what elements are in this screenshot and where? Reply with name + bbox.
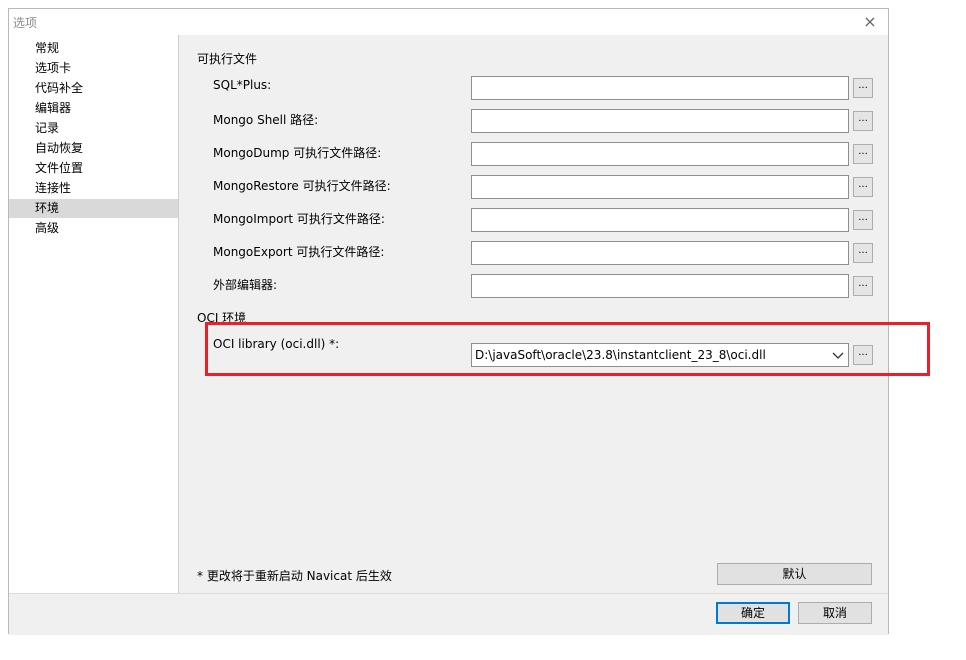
restart-note: * 更改将于重新启动 Navicat 后生效 <box>197 569 392 583</box>
sqlplus-path-input[interactable] <box>471 76 849 100</box>
mongo-shell-browse-button[interactable]: ... <box>853 111 873 131</box>
mongo-shell-label: Mongo Shell 路径: <box>213 113 319 127</box>
mongorestore-browse-button[interactable]: ... <box>853 177 873 197</box>
external-editor-path-input[interactable] <box>471 274 849 298</box>
mongo-shell-path-input[interactable] <box>471 109 849 133</box>
mongorestore-label: MongoRestore 可执行文件路径: <box>213 179 391 193</box>
mongorestore-path-input[interactable] <box>471 175 849 199</box>
environment-panel: 可执行文件 SQL*Plus: ... Mongo Shell 路径: ... … <box>179 35 888 593</box>
sidebar-item-code-completion[interactable]: 代码补全 <box>9 79 178 98</box>
mongoexport-label: MongoExport 可执行文件路径: <box>213 245 385 259</box>
sidebar-item-tabs[interactable]: 选项卡 <box>9 59 178 78</box>
options-sidebar: 常规 选项卡 代码补全 编辑器 记录 自动恢复 文件位置 连接性 环境 高级 <box>9 35 179 593</box>
external-editor-label: 外部编辑器: <box>213 278 278 292</box>
mongoimport-label: MongoImport 可执行文件路径: <box>213 212 385 226</box>
sidebar-item-general[interactable]: 常规 <box>9 39 178 58</box>
default-button[interactable]: 默认 <box>717 563 872 585</box>
sidebar-item-environment[interactable]: 环境 <box>9 199 178 218</box>
mongoimport-browse-button[interactable]: ... <box>853 210 873 230</box>
mongoexport-path-input[interactable] <box>471 241 849 265</box>
sidebar-item-auto-recovery[interactable]: 自动恢复 <box>9 139 178 158</box>
sidebar-item-connectivity[interactable]: 连接性 <box>9 179 178 198</box>
ok-button[interactable]: 确定 <box>716 602 790 624</box>
sidebar-item-advanced[interactable]: 高级 <box>9 219 178 238</box>
mongodump-path-input[interactable] <box>471 142 849 166</box>
mongodump-browse-button[interactable]: ... <box>853 144 873 164</box>
annotation-highlight-box <box>205 322 930 376</box>
mongodump-label: MongoDump 可执行文件路径: <box>213 146 382 160</box>
mongoexport-browse-button[interactable]: ... <box>853 243 873 263</box>
sqlplus-label: SQL*Plus: <box>213 78 272 92</box>
sidebar-item-records[interactable]: 记录 <box>9 119 178 138</box>
sidebar-item-file-location[interactable]: 文件位置 <box>9 159 178 178</box>
options-dialog: 选项 × 常规 选项卡 代码补全 编辑器 记录 自动恢复 文件位置 连接性 环境… <box>8 8 889 635</box>
mongoimport-path-input[interactable] <box>471 208 849 232</box>
close-icon[interactable]: × <box>860 12 880 32</box>
sidebar-item-editor[interactable]: 编辑器 <box>9 99 178 118</box>
window-title: 选项 <box>13 16 38 30</box>
cancel-button[interactable]: 取消 <box>798 602 872 624</box>
dialog-footer: 确定 取消 <box>9 593 888 635</box>
executables-section-title: 可执行文件 <box>197 52 258 66</box>
title-bar: 选项 × <box>9 9 888 35</box>
sqlplus-browse-button[interactable]: ... <box>853 78 873 98</box>
external-editor-browse-button[interactable]: ... <box>853 276 873 296</box>
